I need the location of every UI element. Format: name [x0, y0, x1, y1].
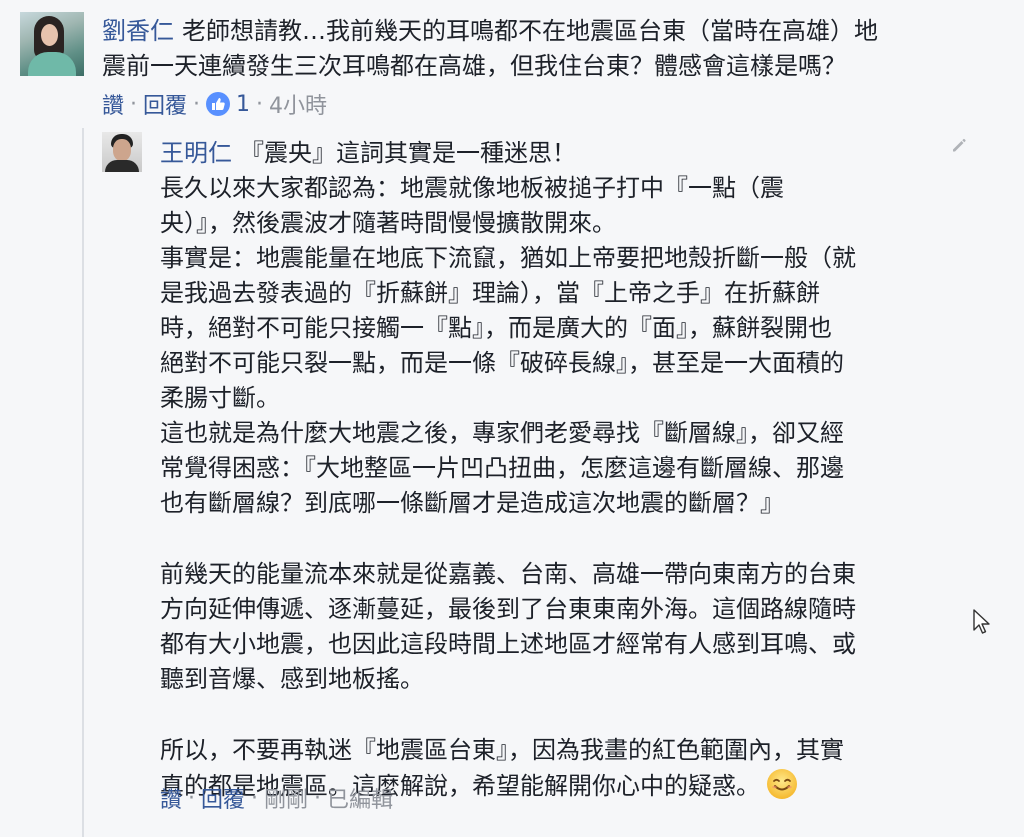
edit-pencil-icon[interactable]: [950, 136, 968, 158]
comment-timestamp[interactable]: 4小時: [269, 88, 327, 120]
avatar-body: [28, 52, 76, 76]
reply-line: 都有大小地震，也因此這段時間上述地區才經常有人感到耳鳴、或: [160, 630, 856, 658]
like-button[interactable]: 讚: [102, 88, 124, 120]
separator: ·: [193, 91, 201, 117]
comment-text: 劉香仁 老師想請教…我前幾天的耳鳴都不在地震區台東（當時在高雄）地 震前一天連續發…: [102, 14, 982, 84]
reply-avatar[interactable]: [102, 132, 142, 172]
like-reaction-icon[interactable]: [206, 92, 231, 116]
comment-author[interactable]: 劉香仁: [102, 17, 174, 45]
smiling-face-icon: [767, 769, 797, 799]
separator: ·: [130, 91, 138, 117]
mouse-cursor-icon: [972, 608, 992, 640]
reply-line: 常覺得困惑：『大地整區一片凹凸扭曲，怎麼這邊有斷層線、那邊: [160, 454, 844, 482]
thumbs-up-icon: [212, 98, 225, 110]
reply-line: 柔腸寸斷。: [160, 384, 280, 412]
avatar[interactable]: [20, 12, 84, 76]
reply-actions: 讚 · 回覆 · 剛剛 · 已編輯: [160, 782, 393, 814]
reply-line: 聽到音爆、感到地板搖。: [160, 665, 424, 693]
separator: ·: [251, 785, 259, 811]
comment-thread: 劉香仁 老師想請教…我前幾天的耳鳴都不在地震區台東（當時在高雄）地 震前一天連續發…: [0, 0, 1024, 837]
reply-line: 也有斷層線？到底哪一條斷層才是造成這次地震的斷層？』: [160, 489, 784, 517]
separator: ·: [188, 785, 196, 811]
reply-line: 絕對不可能只裂一點，而是一條『破碎長線』，甚至是一大面積的: [160, 349, 844, 377]
pencil-icon: [953, 138, 966, 152]
reply-line: 是我過去發表過的『折蘇餅』理論），當『上帝之手』在折蘇餅: [160, 279, 820, 307]
reply-line: 這也就是為什麼大地震之後，專家們老愛尋找『斷層線』，卻又經: [160, 419, 844, 447]
like-button[interactable]: 讚: [160, 782, 182, 814]
comment-text-line2: 震前一天連續發生三次耳鳴都在高雄，但我住台東？體感會這樣是嗎？: [102, 52, 846, 80]
reply-button[interactable]: 回覆: [143, 88, 187, 120]
separator: ·: [314, 785, 322, 811]
like-count[interactable]: 1: [236, 92, 250, 117]
reply-line: 央）』，然後震波才隨著時間慢慢擴散開來。: [160, 209, 616, 237]
reply-first-line: 『震央』這詞其實是一種迷思！: [240, 139, 576, 167]
reply-button[interactable]: 回覆: [201, 782, 245, 814]
reply-author[interactable]: 王明仁: [160, 139, 232, 167]
reply-line: 所以，不要再執迷『地震區台東』，因為我畫的紅色範圍內，其實: [160, 736, 844, 764]
comment-text-line1: 老師想請教…我前幾天的耳鳴都不在地震區台東（當時在高雄）地: [182, 17, 878, 45]
reply-line: 長久以來大家都認為：地震就像地板被搥子打中『一點（震: [160, 174, 784, 202]
avatar-face: [41, 24, 58, 46]
reply-thread-line: [82, 128, 84, 837]
avatar-body: [105, 160, 139, 172]
reply-line: 時，絕對不可能只接觸一『點』，而是廣大的『面』，蘇餅裂開也: [160, 314, 832, 342]
reply-timestamp[interactable]: 剛剛: [264, 782, 308, 814]
reply-text: 王明仁 『震央』這詞其實是一種迷思！ 長久以來大家都認為：地震就像地板被搥子打中『…: [160, 136, 950, 804]
comment-actions: 讚 · 回覆 · 1 · 4小時: [102, 88, 327, 120]
reply-line: 事實是：地震能量在地底下流竄，猶如上帝要把地殼折斷一般（就: [160, 244, 856, 272]
avatar-face: [113, 139, 131, 161]
reply-line: 前幾天的能量流本來就是從嘉義、台南、高雄一帶向東南方的台東: [160, 560, 856, 588]
reply-line: 方向延伸傳遞、逐漸蔓延，最後到了台東東南外海。這個路線隨時: [160, 595, 856, 623]
separator: ·: [256, 91, 264, 117]
edited-label[interactable]: 已編輯: [327, 782, 393, 814]
